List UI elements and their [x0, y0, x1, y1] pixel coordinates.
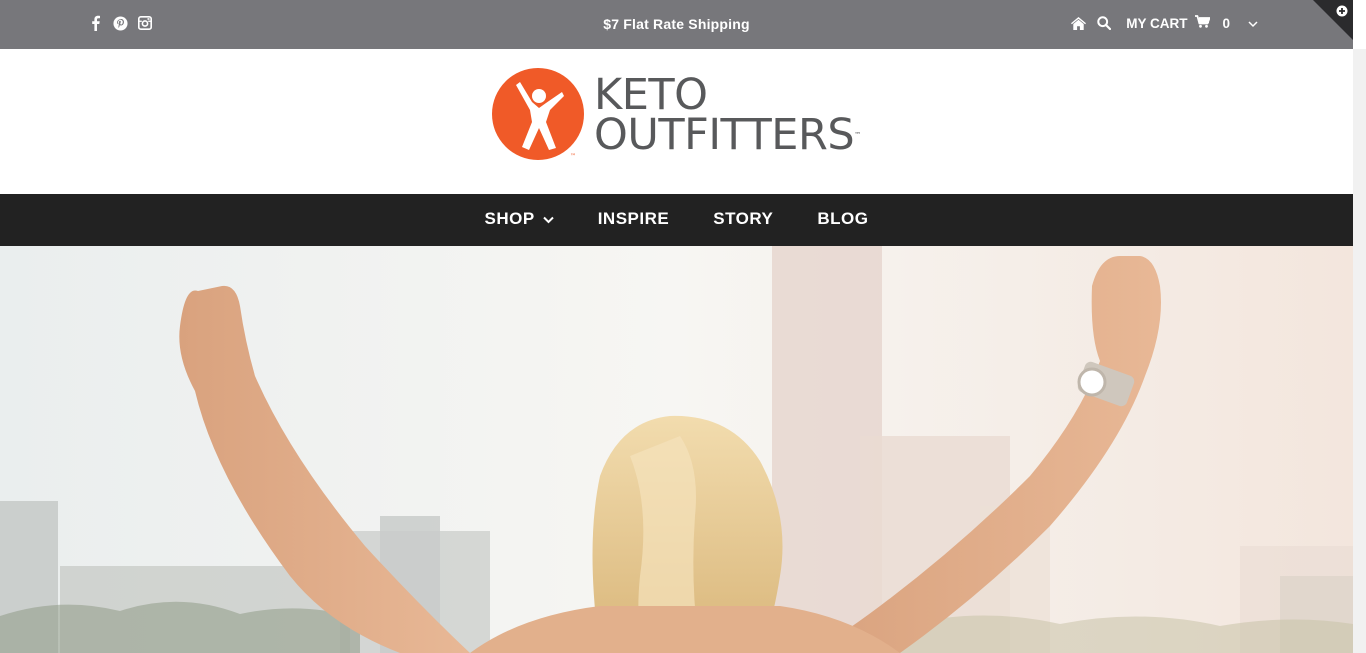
- main-nav: SHOP INSPIRE STORY BLOG: [0, 194, 1353, 246]
- utility-nav: MY CART 0: [1070, 15, 1258, 31]
- cart-count: 0: [1222, 15, 1230, 31]
- logo-mark-tm: ™: [570, 153, 576, 160]
- nav-item-blog[interactable]: BLOG: [817, 209, 868, 229]
- scrollbar[interactable]: [1353, 49, 1366, 653]
- chevron-down-icon[interactable]: [1248, 16, 1258, 31]
- plus-icon[interactable]: [1336, 4, 1348, 17]
- logo-tm: ™: [854, 131, 862, 139]
- logo-wordmark: KETO OUTFITTERS™: [594, 70, 862, 157]
- nav-item-label: SHOP: [484, 209, 535, 228]
- cart-link[interactable]: MY CART 0: [1126, 15, 1258, 31]
- nav-item-label: STORY: [713, 209, 774, 228]
- nav-item-label: BLOG: [817, 209, 869, 228]
- hero-image: [0, 246, 1353, 653]
- search-icon[interactable]: [1096, 15, 1112, 31]
- top-bar: $7 Flat Rate Shipping MY CART 0: [0, 0, 1353, 49]
- logo-line-outfitters: OUTFITTERS™: [594, 114, 862, 157]
- logo-mark-icon: ™: [492, 68, 584, 160]
- logo-line-outfitters-text: OUTFITTERS: [594, 110, 855, 160]
- nav-item-label: INSPIRE: [597, 209, 670, 228]
- cart-label: MY CART: [1126, 15, 1188, 31]
- nav-item-story[interactable]: STORY: [713, 209, 773, 229]
- header-logo-area: ™ KETO OUTFITTERS™: [0, 49, 1353, 194]
- chevron-down-icon: [542, 209, 554, 229]
- site-logo[interactable]: ™ KETO OUTFITTERS™: [492, 68, 861, 162]
- hero-banner: [0, 246, 1353, 653]
- home-icon[interactable]: [1070, 15, 1086, 31]
- cart-icon: [1195, 15, 1211, 31]
- nav-item-inspire[interactable]: INSPIRE: [598, 209, 670, 229]
- logo-line-keto: KETO: [594, 70, 708, 120]
- nav-item-shop[interactable]: SHOP: [485, 209, 554, 229]
